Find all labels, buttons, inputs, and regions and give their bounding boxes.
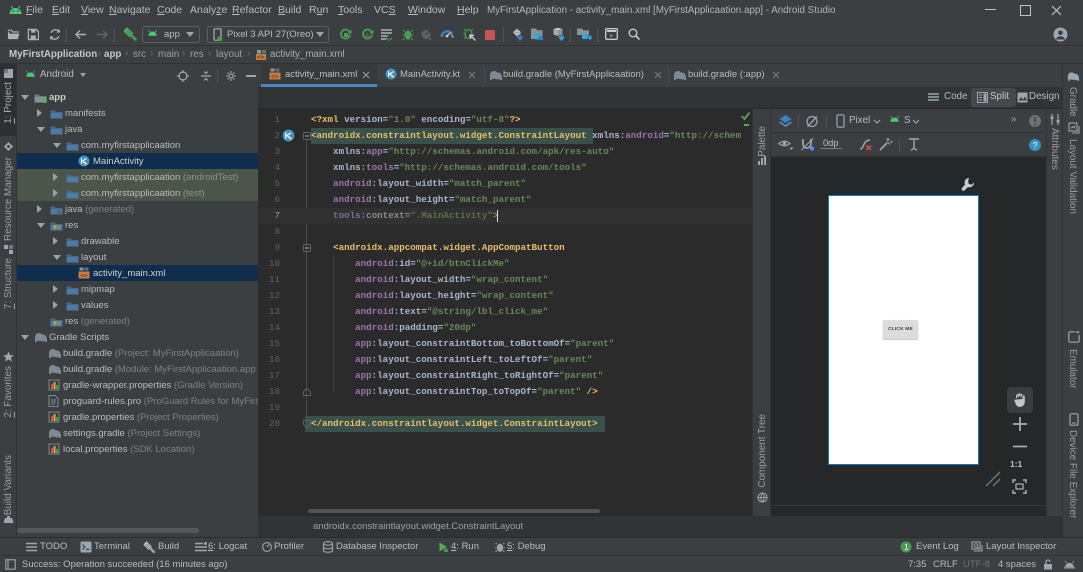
svg-text:<>: <> xyxy=(271,73,279,81)
svg-text:?: ? xyxy=(1033,141,1038,151)
svg-text:<>: <> xyxy=(80,272,88,280)
svg-text:1: 1 xyxy=(904,543,909,552)
svg-text:<>: <> xyxy=(257,54,265,61)
svg-text:A: A xyxy=(365,33,370,40)
